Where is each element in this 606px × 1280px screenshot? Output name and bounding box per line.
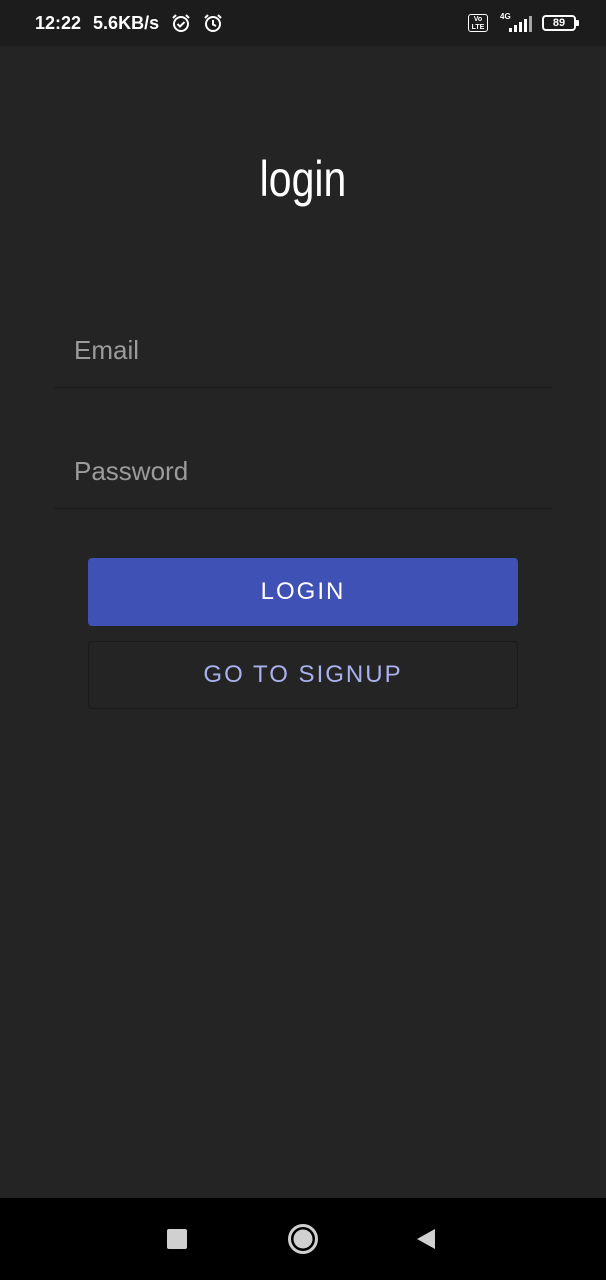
password-field-container [54, 429, 552, 509]
back-button[interactable] [396, 1198, 456, 1280]
go-to-signup-button[interactable]: GO TO SIGNUP [88, 641, 518, 709]
network-speed: 5.6KB/s [93, 12, 160, 33]
login-button-label: LOGIN [260, 578, 346, 605]
alarm-set-icon [171, 13, 191, 33]
back-triangle-icon [417, 1229, 435, 1249]
home-button[interactable] [273, 1198, 333, 1280]
status-time: 12:22 [35, 12, 82, 33]
email-field-container [54, 308, 552, 388]
status-left: 12:22 5.6KB/s [35, 0, 223, 46]
login-button[interactable]: LOGIN [88, 558, 518, 626]
email-input[interactable] [74, 326, 534, 374]
status-right: Vo LTE 4G 89 [468, 0, 579, 46]
signal-icon: 4G [498, 12, 532, 34]
login-screen: 12:22 5.6KB/s Vo LTE 4G 89 login Email L… [0, 0, 606, 1280]
password-input[interactable] [74, 447, 534, 495]
status-bar: 12:22 5.6KB/s Vo LTE 4G 89 [0, 0, 606, 46]
recents-button[interactable] [147, 1198, 207, 1280]
home-circle-icon [288, 1224, 318, 1254]
volte-icon: Vo LTE [468, 14, 488, 32]
signup-button-label: GO TO SIGNUP [203, 661, 403, 688]
battery-icon: 89 [542, 15, 579, 31]
battery-level: 89 [552, 17, 566, 29]
recents-square-icon [167, 1229, 187, 1249]
page-title: login [259, 151, 347, 207]
alarm-icon [203, 13, 223, 33]
navigation-bar [0, 1198, 606, 1280]
